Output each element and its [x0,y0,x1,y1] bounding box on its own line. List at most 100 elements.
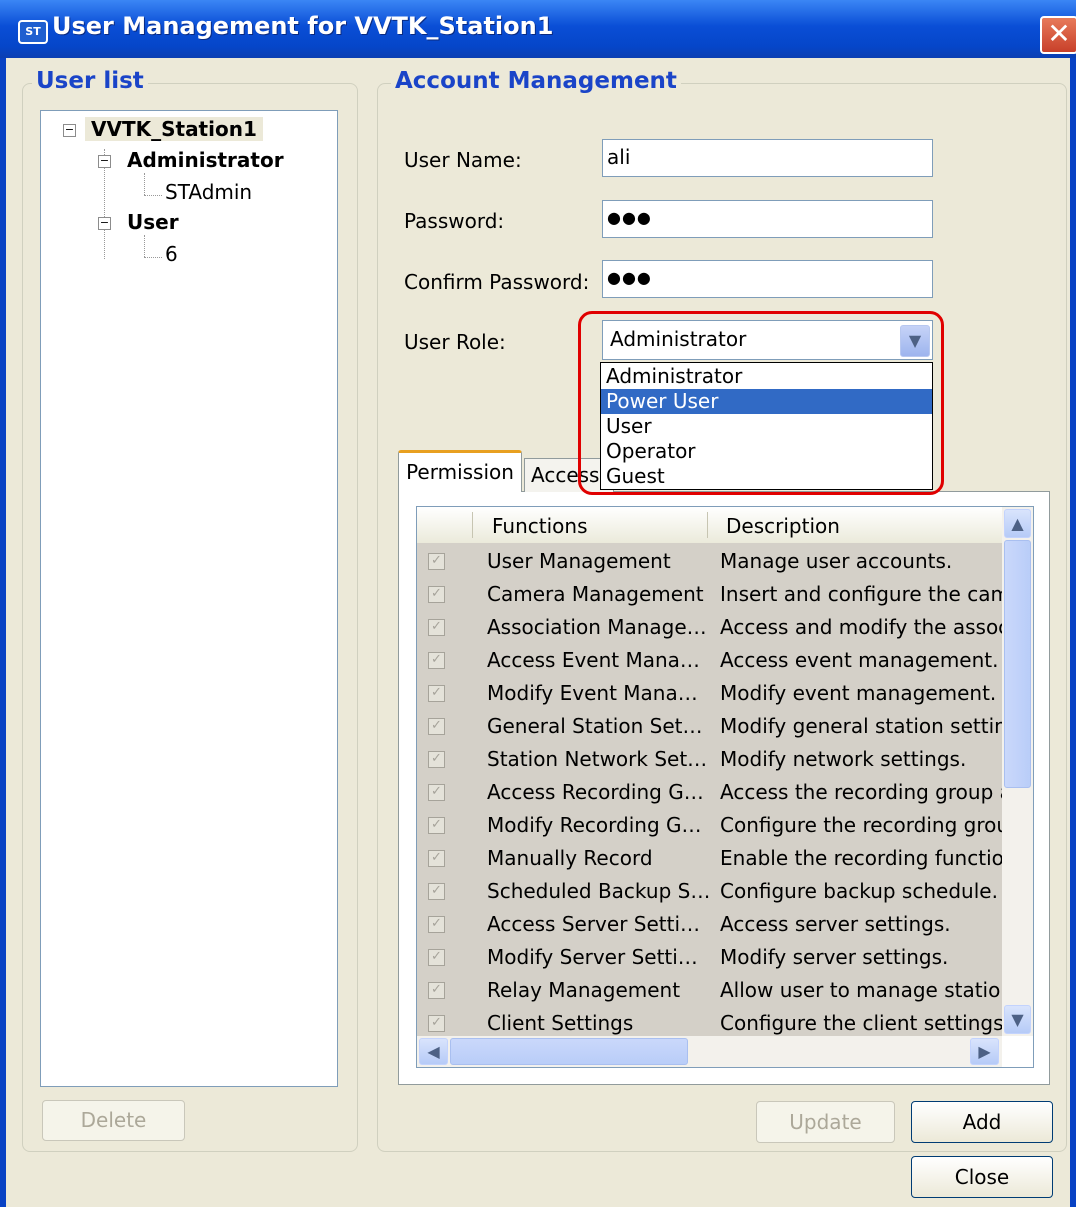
table-row[interactable]: ✓ Relay Management Allow user to manage st… [417,975,1002,1008]
permission-checkbox[interactable]: ✓ [428,817,445,834]
tree-group-administrator[interactable]: Administrator [127,148,284,172]
tree-user-6[interactable]: 6 [165,242,178,266]
role-option[interactable]: User [601,414,932,439]
function-cell: Access Server Setti… [487,912,701,936]
scroll-right-button[interactable]: ▶ [970,1038,999,1065]
description-cell: Modify event management. [720,681,997,705]
description-cell: Access the recording group ar [720,780,1002,804]
permission-checkbox[interactable]: ✓ [428,685,445,702]
chevron-down-icon: ▼ [908,331,922,350]
description-cell: Modify general station setting [720,714,1002,738]
column-header-description[interactable]: Description [726,514,840,538]
permission-checkbox[interactable]: ✓ [428,1015,445,1032]
description-cell: Modify network settings. [720,747,967,771]
column-header-functions[interactable]: Functions [492,514,588,538]
function-cell: Modify Server Setti… [487,945,698,969]
function-cell: Association Manage… [487,615,707,639]
permission-checkbox[interactable]: ✓ [428,652,445,669]
function-cell: Access Event Mana… [487,648,700,672]
scroll-up-button[interactable]: ▲ [1004,509,1031,538]
table-row[interactable]: ✓ Client Settings Configure the client set… [417,1008,1002,1036]
close-icon: ✕ [1047,17,1071,50]
table-row[interactable]: ✓ Station Network Set… Modify network sett… [417,744,1002,777]
function-cell: Client Settings [487,1011,634,1035]
horizontal-scroll-thumb[interactable] [450,1038,688,1065]
function-cell: Scheduled Backup S… [487,879,711,903]
role-option[interactable]: Administrator [601,364,932,389]
table-row[interactable]: ✓ Manually Record Enable the recording fun… [417,843,1002,876]
description-cell: Access server settings. [720,912,951,936]
tab-permission[interactable]: Permission [398,450,522,492]
confirm-password-label: Confirm Password: [404,270,590,294]
collapse-icon[interactable]: − [63,124,76,137]
permission-checkbox[interactable]: ✓ [428,949,445,966]
table-row[interactable]: ✓ General Station Set… Modify general stat… [417,711,1002,744]
tree-connector [144,257,162,258]
table-row[interactable]: ✓ Access Server Setti… Access server setti… [417,909,1002,942]
dropdown-arrow-button[interactable]: ▼ [900,325,930,357]
scroll-left-button[interactable]: ◀ [419,1038,448,1065]
function-cell: General Station Set… [487,714,703,738]
table-row[interactable]: ✓ Camera Management Insert and configure t… [417,579,1002,612]
table-row[interactable]: ✓ User Management Manage user accounts. [417,546,1002,579]
delete-button[interactable]: Delete [42,1100,185,1141]
description-cell: Configure backup schedule. [720,879,998,903]
permission-checkbox[interactable]: ✓ [428,850,445,867]
permission-checkbox[interactable]: ✓ [428,784,445,801]
table-row[interactable]: ✓ Modify Server Setti… Modify server setti… [417,942,1002,975]
function-cell: Camera Management [487,582,704,606]
window-frame-left [0,58,6,1207]
table-row[interactable]: ✓ Modify Event Mana… Modify event manageme… [417,678,1002,711]
username-label: User Name: [404,148,522,172]
table-row[interactable]: ✓ Access Recording G… Access the recording… [417,777,1002,810]
scroll-down-button[interactable]: ▼ [1004,1005,1031,1034]
user-role-dropdown-list: Administrator Power User User Operator Guest [600,362,933,490]
role-option[interactable]: Power User [601,389,932,414]
collapse-icon[interactable]: − [98,155,111,168]
role-option[interactable]: Operator [601,439,932,464]
permission-checkbox[interactable]: ✓ [428,586,445,603]
window-frame-right [1070,58,1076,1207]
tree-group-user[interactable]: User [127,210,179,234]
description-cell: Configure the recording group [720,813,1002,837]
tree-root-node[interactable]: VVTK_Station1 [85,117,263,141]
tree-user-stadmin[interactable]: STAdmin [165,180,252,204]
collapse-icon[interactable]: − [98,217,111,230]
permission-checkbox[interactable]: ✓ [428,883,445,900]
window-title: User Management for VVTK_Station1 [52,12,554,40]
description-cell: Configure the client settings: : [720,1011,1002,1035]
tree-connector [144,173,145,195]
description-cell: Modify server settings. [720,945,949,969]
description-cell: Enable the recording function [720,846,1002,870]
username-input[interactable]: ali [602,139,933,177]
vertical-scroll-thumb[interactable] [1004,540,1031,788]
table-row[interactable]: ✓ Access Event Mana… Access event manageme… [417,645,1002,678]
password-input[interactable]: ●●● [602,200,933,238]
update-button[interactable]: Update [756,1101,895,1143]
table-row[interactable]: ✓ Modify Recording G… Configure the record… [417,810,1002,843]
function-cell: Modify Recording G… [487,813,702,837]
user-role-select[interactable]: Administrator [602,320,933,360]
description-cell: Manage user accounts. [720,549,953,573]
function-cell: Access Recording G… [487,780,704,804]
user-tree[interactable]: − VVTK_Station1 − Administrator STAdmin … [40,110,338,1087]
permission-checkbox[interactable]: ✓ [428,619,445,636]
list-header: Functions Description [417,507,1002,545]
permission-checkbox[interactable]: ✓ [428,553,445,570]
function-cell: Manually Record [487,846,653,870]
permission-checkbox[interactable]: ✓ [428,751,445,768]
window-close-button[interactable]: ✕ [1040,16,1076,54]
permission-checkbox[interactable]: ✓ [428,916,445,933]
permission-checkbox[interactable]: ✓ [428,718,445,735]
function-cell: User Management [487,549,671,573]
permission-checkbox[interactable]: ✓ [428,982,445,999]
function-cell: Modify Event Mana… [487,681,698,705]
add-button[interactable]: Add [911,1101,1053,1143]
table-row[interactable]: ✓ Scheduled Backup S… Configure backup sch… [417,876,1002,909]
table-row[interactable]: ✓ Association Manage… Access and modify th… [417,612,1002,645]
column-separator [707,512,708,538]
account-management-legend: Account Management [391,68,681,94]
role-option[interactable]: Guest [601,464,932,489]
close-button[interactable]: Close [911,1156,1053,1198]
confirm-password-input[interactable]: ●●● [602,260,933,298]
